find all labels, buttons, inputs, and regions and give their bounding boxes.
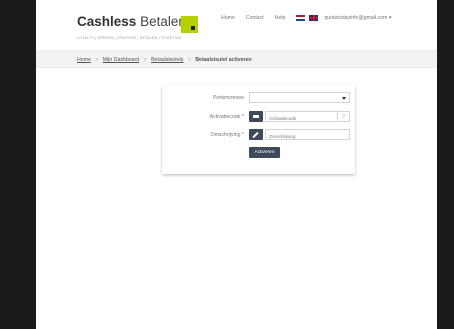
logo-mark-icon: [181, 16, 198, 33]
chevron-down-icon: [342, 97, 346, 100]
logo-brand-light: Betalen: [140, 14, 186, 29]
left-dark-margin: [0, 0, 36, 329]
logo-title: Cashless Betalen: [77, 14, 186, 30]
right-dark-margin: [437, 0, 454, 329]
page: Cashless Betalen LOYALTY | SPAREN | COUP…: [36, 0, 437, 329]
breadcrumb-bar: Home > Mijn Dashboard > Betaalsleutels >…: [36, 50, 437, 68]
user-menu[interactable]: quotetodayinfo@gmail.com ▾: [324, 15, 391, 21]
breadcrumb-separator: >: [143, 57, 147, 63]
omschrijving-addon: [249, 129, 263, 140]
nav-help-link[interactable]: Help: [275, 15, 286, 21]
activatiecode-label: Activatiecode *: [209, 114, 244, 120]
activate-button[interactable]: Activeren: [249, 147, 280, 158]
activate-key-form: Portemonnee Activatiecode * ? Omschrijvi…: [162, 85, 355, 174]
breadcrumb-home-link[interactable]: Home: [77, 57, 91, 63]
chevron-down-icon: ▾: [388, 15, 392, 21]
logo-brand-bold: Cashless: [77, 14, 137, 29]
logo-tagline: LOYALTY | SPAREN | COUPONS | BETALEN | T…: [77, 36, 182, 40]
breadcrumb-betaalsleutels-link[interactable]: Betaalsleutels: [151, 57, 183, 63]
nav-contact-link[interactable]: Contact: [246, 15, 264, 21]
breadcrumb-dashboard-link[interactable]: Mijn Dashboard: [103, 57, 139, 63]
logo[interactable]: Cashless Betalen LOYALTY | SPAREN | COUP…: [77, 14, 198, 40]
breadcrumb-current: Betaalsleutel activeren: [195, 57, 252, 63]
keyboard-icon: [253, 115, 259, 118]
portemonnee-label: Portemonnee: [212, 95, 244, 101]
omschrijving-input[interactable]: [265, 129, 350, 140]
top-navigation: Home Contact Help quotetodayinfo@gmail.c…: [221, 15, 391, 21]
pencil-icon: [252, 131, 259, 139]
nav-home-link[interactable]: Home: [221, 15, 235, 21]
omschrijving-row: Omschrijving *: [162, 129, 355, 141]
dutch-flag-icon[interactable]: [296, 15, 306, 21]
activatiecode-help-button[interactable]: ?: [338, 111, 350, 122]
site-header: Cashless Betalen LOYALTY | SPAREN | COUP…: [36, 0, 437, 50]
breadcrumb: Home > Mijn Dashboard > Betaalsleutels >…: [77, 57, 252, 63]
portemonnee-select[interactable]: [249, 92, 350, 103]
omschrijving-label: Omschrijving *: [210, 132, 244, 138]
uk-flag-icon[interactable]: [309, 15, 319, 21]
portemonnee-row: Portemonnee: [162, 92, 355, 104]
breadcrumb-separator: >: [95, 57, 99, 63]
user-email: quotetodayinfo@gmail.com: [324, 15, 388, 21]
activatiecode-addon: [249, 111, 263, 122]
activatiecode-input[interactable]: [265, 111, 338, 122]
activatiecode-row: Activatiecode * ?: [162, 111, 355, 123]
breadcrumb-separator: >: [187, 57, 191, 63]
